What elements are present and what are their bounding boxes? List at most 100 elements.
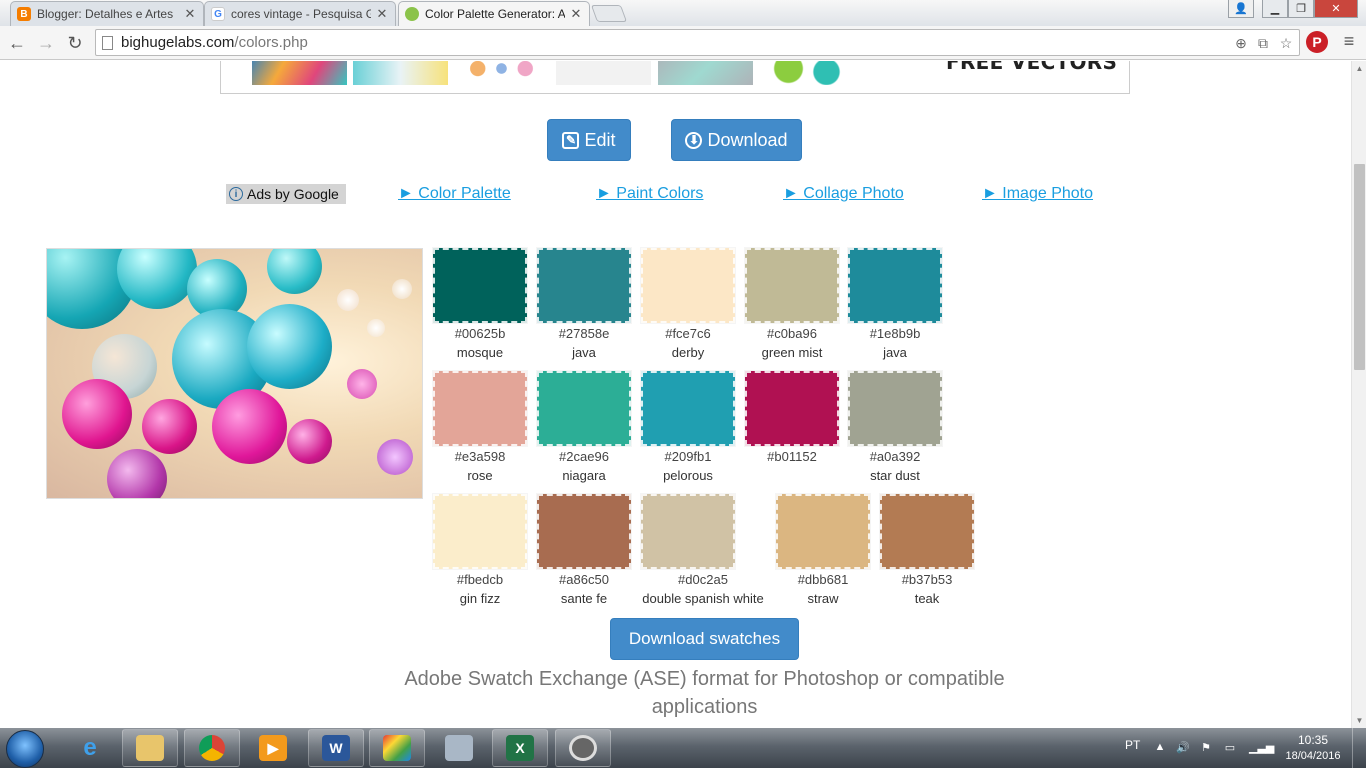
taskbar-app[interactable] — [555, 729, 611, 767]
swatch-chip — [536, 247, 632, 324]
ad-thumbnail[interactable] — [353, 61, 448, 85]
swatch: #fce7c6 derby — [636, 247, 740, 362]
reload-icon[interactable]: ↻ — [63, 31, 87, 55]
restore-button[interactable]: ❐ — [1288, 0, 1314, 18]
swatch: #fbedcb gin fizz — [428, 493, 532, 608]
back-arrow-icon[interactable]: ← — [5, 31, 29, 55]
taskbar-calculator[interactable] — [431, 729, 487, 767]
swatch-name: derby — [671, 345, 705, 360]
ads-by-google-badge[interactable]: i Ads by Google — [226, 184, 346, 204]
swatch-hex: #fce7c6 — [665, 326, 711, 341]
taskbar-ie[interactable]: e — [62, 729, 118, 767]
ad-thumbnail[interactable] — [658, 61, 753, 85]
clock-date[interactable]: 18/04/2016 — [1278, 750, 1348, 762]
swatch-chip — [536, 370, 632, 447]
swatch-name: teak — [914, 591, 940, 606]
volume-icon[interactable]: 🔊 — [1176, 741, 1190, 755]
new-tab-button[interactable] — [590, 5, 628, 22]
taskbar-excel[interactable]: X — [492, 729, 548, 767]
chrome-icon — [199, 735, 225, 761]
close-tab-icon[interactable]: ✕ — [183, 6, 197, 22]
swatch-chip — [744, 370, 840, 447]
photo-app-icon — [383, 735, 411, 761]
swatch-hex: #d0c2a5 — [678, 572, 728, 587]
app-icon — [569, 735, 597, 761]
taskbar-media[interactable]: ▶ — [245, 729, 301, 767]
swatch-chip — [432, 370, 528, 447]
tab-blogger[interactable]: B Blogger: Detalhes e Artes ✕ — [10, 1, 204, 26]
ase-description: Adobe Swatch Exchange (ASE) format for P… — [404, 668, 1005, 718]
palette-favicon-icon — [405, 7, 419, 21]
ad-thumbnail[interactable] — [252, 61, 347, 85]
tab-color-palette[interactable]: Color Palette Generator: A ✕ — [398, 1, 590, 26]
ad-link-color-palette[interactable]: ► Color Palette — [398, 185, 511, 203]
swatch: #a86c50 sante fe — [532, 493, 636, 608]
edit-label: Edit — [584, 129, 616, 150]
download-swatches-button[interactable]: Download swatches — [610, 618, 799, 660]
scroll-down-icon[interactable]: ▼ — [1352, 713, 1366, 728]
browser-toolbar: ← → ↻ bighugelabs.com/colors.php ⊕ ⧉ ☆ P… — [0, 26, 1366, 60]
show-desktop-button[interactable] — [1352, 728, 1366, 768]
swatch: #c0ba96 green mist — [740, 247, 844, 362]
info-icon: i — [229, 187, 243, 201]
close-window-button[interactable]: ✕ — [1314, 0, 1358, 18]
taskbar-chrome[interactable] — [184, 729, 240, 767]
start-button[interactable] — [6, 730, 44, 768]
tray-expand-icon[interactable]: ▲ — [1153, 741, 1167, 755]
swatch-hex: #c0ba96 — [767, 326, 817, 341]
page-scrollbar[interactable]: ▲ ▼ — [1351, 61, 1366, 728]
ad-banner[interactable]: FREE VECTORS — [220, 61, 1130, 94]
ad-link-image-photo[interactable]: ► Image Photo — [982, 185, 1093, 203]
language-indicator[interactable]: PT — [1125, 738, 1140, 752]
swatch-hex: #1e8b9b — [869, 326, 921, 341]
swatch-name: star dust — [870, 468, 920, 483]
address-bar[interactable]: bighugelabs.com/colors.php ⊕ ⧉ ☆ — [95, 29, 1300, 56]
swatch-hex: #fbedcb — [456, 572, 504, 587]
browser-titlebar: B Blogger: Detalhes e Artes ✕ G cores vi… — [0, 0, 1366, 26]
chrome-menu-icon[interactable]: ≡ — [1340, 32, 1358, 52]
swatch: #e3a598 rose — [428, 370, 532, 485]
swatch-hex: #e3a598 — [454, 449, 506, 464]
scrollbar-thumb[interactable] — [1354, 164, 1365, 370]
translate-icon[interactable]: ⧉ — [1254, 35, 1272, 53]
pinterest-icon[interactable]: P — [1306, 31, 1328, 53]
forward-arrow-icon[interactable]: → — [34, 31, 58, 55]
swatch: #00625b mosque — [428, 247, 532, 362]
ad-thumbnail[interactable] — [454, 61, 549, 85]
profile-icon[interactable]: 👤 — [1228, 0, 1254, 18]
swatch: #b37b53 teak — [875, 493, 979, 608]
zoom-icon[interactable]: ⊕ — [1232, 35, 1250, 53]
excel-icon: X — [506, 735, 534, 761]
swatch-name: java — [572, 345, 596, 360]
taskbar-photo-app[interactable] — [369, 729, 425, 767]
swatch-hex: #27858e — [558, 326, 610, 341]
swatch-chip — [744, 247, 840, 324]
ad-link-collage-photo[interactable]: ► Collage Photo — [783, 185, 904, 203]
close-tab-icon[interactable]: ✕ — [569, 6, 583, 22]
bookmark-star-icon[interactable]: ☆ — [1277, 35, 1295, 53]
clock-time[interactable]: 10:35 — [1283, 733, 1343, 747]
network-icon[interactable]: ▁▃▅ — [1249, 741, 1274, 755]
ad-thumbnail[interactable] — [760, 61, 855, 85]
tab-google-search[interactable]: G cores vintage - Pesquisa G ✕ — [204, 1, 396, 26]
power-icon[interactable]: ▭ — [1223, 741, 1237, 755]
ad-thumbnail[interactable] — [556, 61, 651, 85]
swatch-hex: #dbb681 — [797, 572, 849, 587]
close-tab-icon[interactable]: ✕ — [375, 6, 389, 22]
download-button[interactable]: ⬇ Download — [671, 119, 802, 161]
swatch-name: pelorous — [663, 468, 713, 483]
swatch-chip — [640, 247, 736, 324]
taskbar-explorer[interactable] — [122, 729, 178, 767]
swatch-chip — [775, 493, 871, 570]
edit-button[interactable]: ✎ Edit — [547, 119, 631, 161]
swatch: #209fb1 pelorous — [636, 370, 740, 485]
taskbar-word[interactable]: W — [308, 729, 364, 767]
flag-icon[interactable]: ⚑ — [1199, 741, 1213, 755]
swatch: #2cae96 niagara — [532, 370, 636, 485]
scroll-up-icon[interactable]: ▲ — [1352, 61, 1366, 76]
ad-link-paint-colors[interactable]: ► Paint Colors — [596, 185, 703, 203]
source-photo — [46, 248, 423, 499]
minimize-button[interactable]: ▁ — [1262, 0, 1288, 18]
swatch-name: green mist — [761, 345, 823, 360]
blogger-favicon-icon: B — [17, 7, 31, 21]
